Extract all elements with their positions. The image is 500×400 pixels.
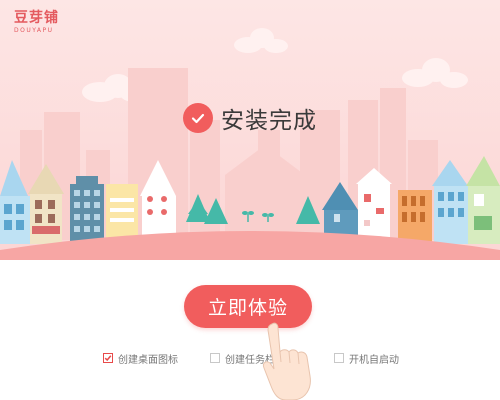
check-circle-icon <box>183 103 213 133</box>
checkbox-checked-icon <box>103 353 113 363</box>
install-status: 安装完成 <box>183 101 317 135</box>
option-label: 创建桌面图标 <box>118 354 178 366</box>
logo-text: 豆芽铺 <box>14 10 59 26</box>
option-label: 开机自启动 <box>349 354 399 366</box>
house <box>356 168 392 244</box>
installer-window: 豆芽铺 DOUYAPU 安装完成 立即体验 创建桌面图标 创建任务栏 开机自启动 <box>0 0 500 400</box>
pointing-hand-icon <box>263 322 311 400</box>
app-logo: 豆芽铺 DOUYAPU <box>14 10 59 35</box>
building <box>106 184 138 244</box>
building <box>70 176 104 244</box>
checkbox-unchecked-icon <box>210 353 220 363</box>
logo-subtext: DOUYAPU <box>14 27 54 34</box>
auto-start-checkbox[interactable]: 开机自启动 <box>334 350 399 366</box>
checkbox-unchecked-icon <box>334 353 344 363</box>
status-text: 安装完成 <box>221 108 317 134</box>
building <box>398 190 432 244</box>
create-desktop-icon-checkbox[interactable]: 创建桌面图标 <box>103 350 178 366</box>
